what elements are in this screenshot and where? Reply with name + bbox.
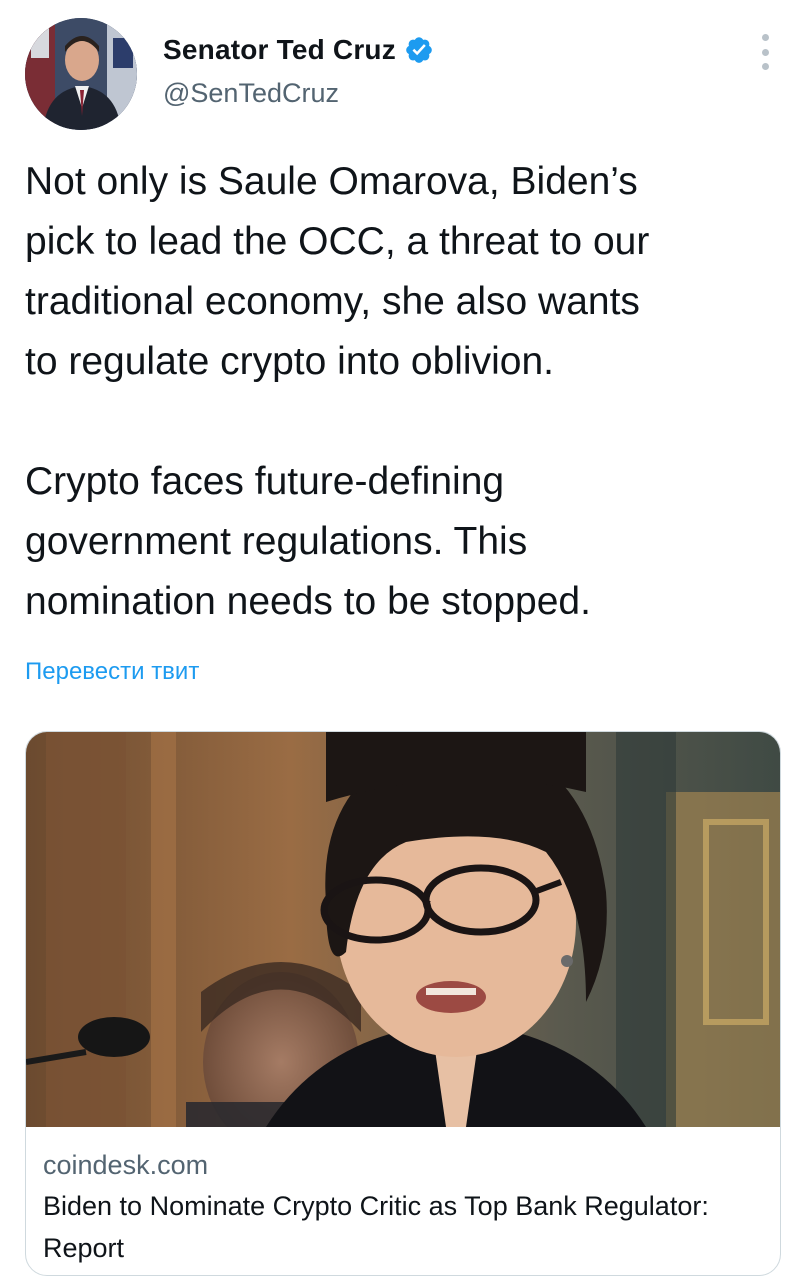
author-handle[interactable]: @SenTedCruz [163, 78, 434, 109]
card-domain: coindesk.com [43, 1150, 209, 1180]
tweet-paragraph: Not only is Saule Omarova, Biden’s pick … [25, 160, 650, 383]
avatar-photo [25, 18, 137, 130]
article-photo [26, 732, 780, 1127]
author-avatar[interactable] [25, 18, 137, 130]
card-image [26, 732, 780, 1127]
display-name[interactable]: Senator Ted Cruz [163, 34, 396, 66]
tweet: Senator Ted Cruz @SenTedCruz Not only is… [0, 0, 807, 1280]
author-name-row: Senator Ted Cruz [163, 30, 434, 70]
translate-tweet-link[interactable]: Перевести твит [25, 658, 199, 686]
link-card[interactable]: coindesk.com Biden to Nominate Crypto Cr… [25, 731, 781, 1276]
dot [761, 48, 769, 56]
verified-badge-icon [404, 35, 434, 65]
card-title: Biden to Nominate Crypto Critic as Top B… [43, 1191, 709, 1263]
author-block: Senator Ted Cruz @SenTedCruz [163, 30, 434, 109]
dot [761, 63, 769, 70]
tweet-paragraph: Crypto faces future-defining government … [25, 460, 591, 623]
more-options-icon[interactable] [752, 34, 778, 70]
card-meta: coindesk.com Biden to Nominate Crypto Cr… [43, 1145, 763, 1269]
tweet-text: Not only is Saule Omarova, Biden’s pick … [25, 152, 790, 632]
dot [761, 34, 769, 41]
